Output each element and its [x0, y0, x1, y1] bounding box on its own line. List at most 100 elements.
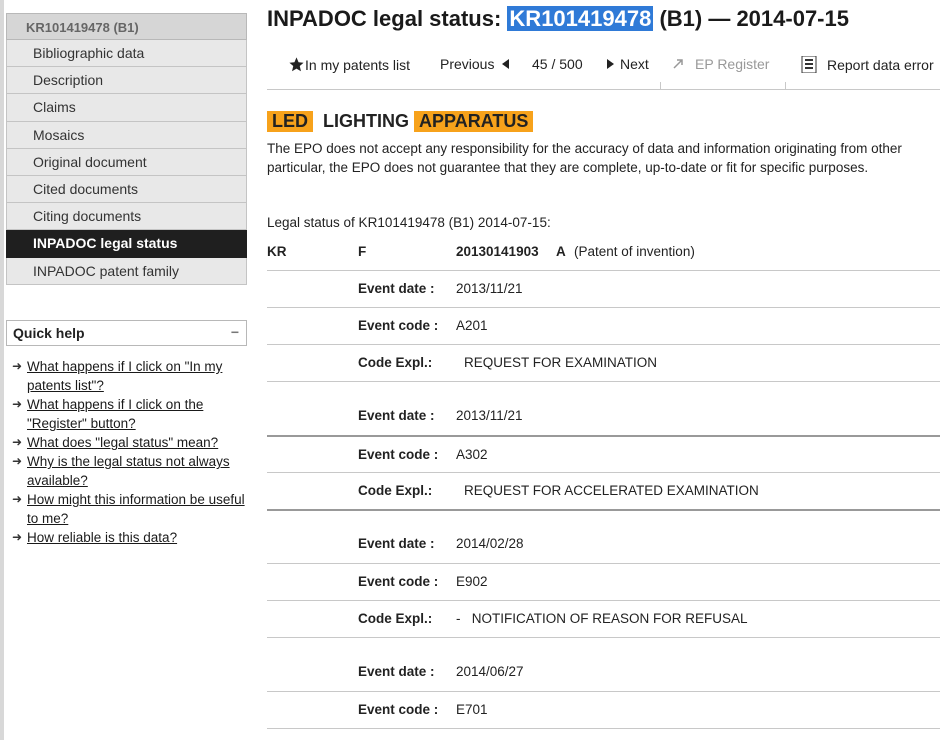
table-row: Event code : E902 [267, 563, 940, 600]
next-button[interactable]: Next [606, 56, 649, 72]
title-suffix: (B1) — 2014-07-15 [653, 6, 849, 31]
application-number: 20130141903 [456, 244, 539, 259]
application-kind: A [556, 244, 566, 259]
legal-status-summary-row: KR F 20130141903 A (Patent of invention) [267, 244, 940, 270]
ep-register-button[interactable]: EP Register [673, 56, 769, 72]
event-code-label: Event code : [358, 318, 439, 333]
help-link-register-button[interactable]: What happens if I click on the "Register… [27, 397, 203, 431]
sidebar-nav: KR101419478 (B1) Bibliographic data Desc… [6, 13, 247, 285]
table-row: Code Expl.: - NOTIFICATION OF REASON FOR… [267, 600, 940, 637]
legal-status-heading: Legal status of KR101419478 (B1) 2014-07… [267, 215, 551, 230]
table-row: Event date : 2013/11/21 [267, 398, 940, 435]
list-item: ➜ What happens if I click on the "Registe… [12, 395, 247, 433]
previous-button[interactable]: Previous [440, 56, 510, 72]
table-row: Code Expl.: REQUEST FOR ACCELERATED EXAM… [267, 472, 940, 509]
document-icon [801, 55, 817, 74]
code-expl-label: Code Expl.: [358, 355, 433, 370]
table-row: Code Expl.: REQUEST FOR EXAMINATION [267, 344, 940, 381]
title-prefix: INPADOC legal status: [267, 6, 508, 31]
group-spacer [267, 509, 940, 526]
table-row: Event date : 2013/11/21 [267, 270, 940, 307]
sidebar-header: KR101419478 (B1) [6, 13, 247, 40]
headline-word-apparatus: APPARATUS [414, 111, 534, 132]
arrow-right-icon: ➜ [12, 454, 23, 468]
sidebar-item-bibliographic-data[interactable]: Bibliographic data [6, 40, 247, 68]
table-row: Event code : A302 [267, 435, 940, 472]
patents-list-button[interactable]: In my patents list [288, 56, 410, 73]
ep-register-label: EP Register [695, 56, 770, 72]
toolbar-divider [660, 82, 661, 90]
table-row: Event date : 2014/02/28 [267, 526, 940, 563]
event-date-value: 2013/11/21 [456, 408, 523, 423]
event-code-label: Event code : [358, 702, 439, 717]
list-item: ➜ What does "legal status" mean? [12, 433, 247, 452]
code-expl-label: Code Expl.: [358, 483, 433, 498]
list-item: ➜ What happens if I click on "In my paten… [12, 357, 247, 395]
previous-label: Previous [440, 56, 495, 72]
sidebar-item-cited-documents[interactable]: Cited documents [6, 175, 247, 204]
headline-word-led: LED [267, 111, 313, 132]
event-code-value: A302 [456, 447, 488, 462]
group-spacer [267, 637, 940, 654]
arrow-right-icon: ➜ [12, 359, 23, 373]
toolbar-divider [785, 82, 786, 90]
arrow-right-icon: ➜ [12, 530, 23, 544]
sidebar-item-inpadoc-patent-family[interactable]: INPADOC patent family [6, 257, 247, 285]
sidebar-item-citing-documents[interactable]: Citing documents [6, 203, 247, 231]
page-title: INPADOC legal status: KR101419478 (B1) —… [267, 6, 849, 32]
title-patent-number: KR101419478 [507, 6, 654, 31]
event-date-value: 2014/02/28 [456, 536, 524, 551]
report-error-button[interactable]: Report data error [801, 55, 934, 74]
sidebar-item-original-document[interactable]: Original document [6, 148, 247, 176]
disclaimer-line: The EPO does not accept any responsibili… [267, 141, 902, 156]
next-label: Next [620, 56, 649, 72]
quick-help-title: Quick help [13, 325, 85, 341]
arrow-right-icon: ➜ [12, 492, 23, 506]
help-link-useful[interactable]: How might this information be useful to … [27, 492, 245, 526]
group-spacer [267, 381, 940, 398]
patents-list-label: In my patents list [305, 57, 411, 73]
sidebar-item-inpadoc-legal-status[interactable]: INPADOC legal status [6, 230, 247, 258]
application-description: (Patent of invention) [574, 244, 695, 259]
disclaimer-line: particular, the EPO does not guarantee t… [267, 160, 869, 175]
report-error-label: Report data error [827, 57, 934, 73]
table-row: Event code : A201 [267, 307, 940, 344]
event-code-value: A201 [456, 318, 488, 333]
event-code-label: Event code : [358, 447, 439, 462]
help-link-legal-status-meaning[interactable]: What does "legal status" mean? [27, 435, 218, 450]
star-icon [289, 57, 304, 72]
country-code: KR [267, 244, 287, 259]
kind-code: F [358, 244, 367, 259]
sidebar-item-mosaics[interactable]: Mosaics [6, 121, 247, 149]
help-link-reliable[interactable]: How reliable is this data? [27, 530, 177, 545]
collapse-icon[interactable]: − [231, 324, 239, 340]
left-edge-strip [0, 0, 4, 740]
code-expl-value: REQUEST FOR EXAMINATION [464, 355, 658, 370]
event-date-label: Event date : [358, 664, 435, 679]
legal-events-table: Event date : 2013/11/21 Event code : A20… [267, 270, 940, 740]
help-link-patents-list[interactable]: What happens if I click on "In my patent… [27, 359, 222, 393]
code-expl-value: REQUEST FOR ACCELERATED EXAMINATION [464, 483, 759, 498]
code-expl-label: Code Expl.: [358, 611, 433, 626]
help-link-not-available[interactable]: Why is the legal status not always avail… [27, 454, 230, 488]
list-item: ➜ Why is the legal status not always avai… [12, 452, 247, 490]
event-date-value: 2014/06/27 [456, 664, 524, 679]
triangle-right-icon [607, 59, 614, 69]
arrow-right-icon: ➜ [12, 435, 23, 449]
list-item: ➜ How might this information be useful to… [12, 490, 247, 528]
external-arrow-icon [673, 59, 683, 69]
sidebar-item-description[interactable]: Description [6, 67, 247, 95]
headline-word-lighting: LIGHTING [323, 111, 410, 131]
table-row: Event code : E701 [267, 691, 940, 728]
event-code-label: Event code : [358, 574, 439, 589]
quick-help-panel: Quick help − [6, 320, 247, 346]
sidebar-item-claims[interactable]: Claims [6, 94, 247, 122]
event-date-label: Event date : [358, 536, 435, 551]
table-row [267, 728, 940, 740]
event-date-label: Event date : [358, 408, 435, 423]
event-code-value: E701 [456, 702, 488, 717]
code-expl-value: - NOTIFICATION OF REASON FOR REFUSAL [456, 611, 748, 626]
table-row: Event date : 2014/06/27 [267, 654, 940, 691]
arrow-right-icon: ➜ [12, 397, 23, 411]
quick-help-links: ➜ What happens if I click on "In my paten… [12, 357, 247, 547]
